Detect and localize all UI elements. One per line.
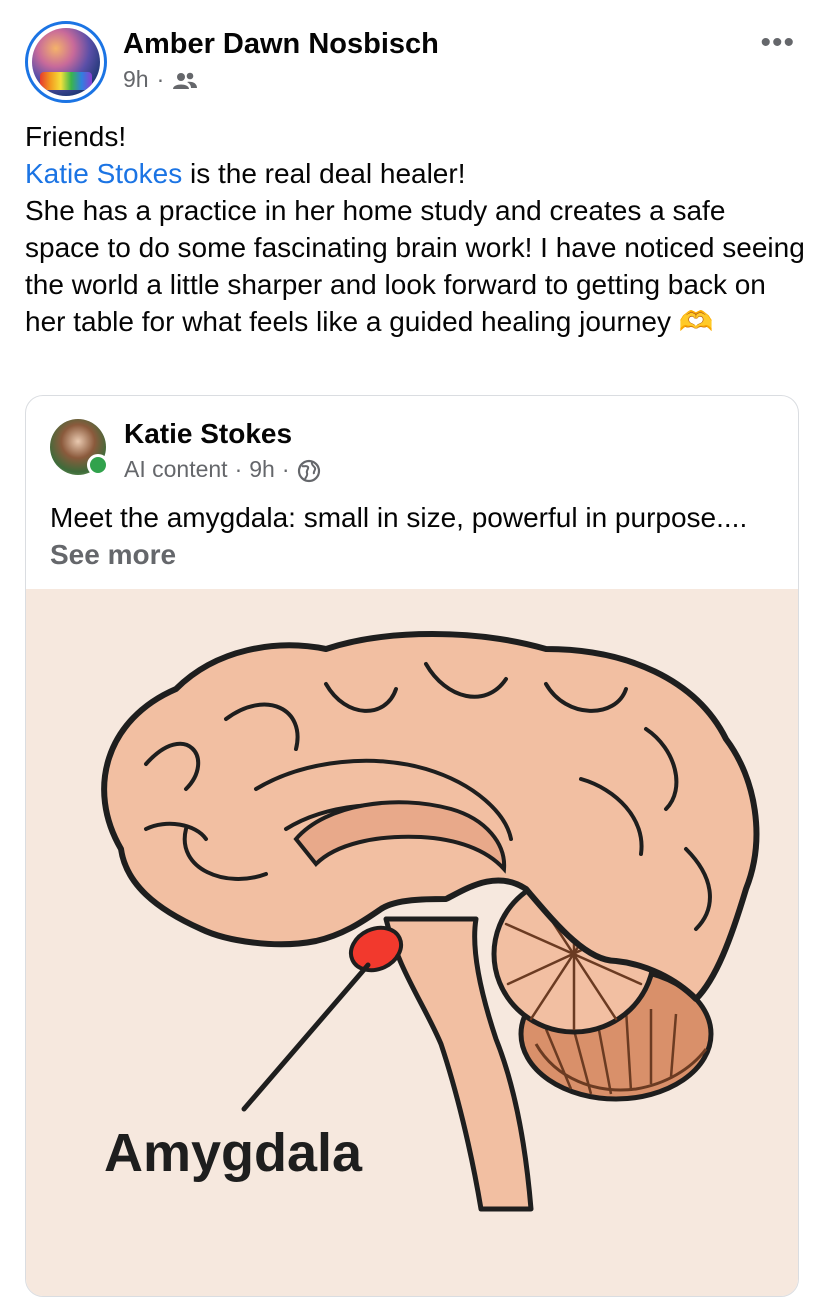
amygdala-pointer <box>241 962 371 1112</box>
brain-illustration[interactable]: Amygdala <box>26 589 798 1296</box>
friends-icon[interactable] <box>172 66 198 93</box>
meta-separator: · <box>234 456 243 482</box>
shared-post-meta: AI content · 9h · <box>124 456 321 483</box>
post-greeting: Friends! <box>25 121 127 152</box>
post-line-1: Katie Stokes is the real deal healer! <box>25 155 805 192</box>
amygdala-label: Amygdala <box>104 1123 363 1183</box>
shared-post-text-body: Meet the amygdala: small in size, powerf… <box>50 502 748 533</box>
meta-separator: · <box>156 66 165 92</box>
post-meta: 9h · <box>123 66 198 93</box>
author-avatar[interactable] <box>25 21 107 103</box>
shared-author-avatar[interactable] <box>50 419 109 476</box>
online-status-dot <box>87 454 109 476</box>
ai-content-label[interactable]: AI content <box>124 456 228 483</box>
post-time[interactable]: 9h <box>123 66 149 93</box>
see-more-link[interactable]: See more <box>50 539 176 570</box>
post-line-1-rest: is the real deal healer! <box>182 158 466 189</box>
post-text: Friends! Katie Stokes is the real deal h… <box>25 118 805 340</box>
more-options-icon[interactable]: ••• <box>760 26 795 60</box>
heart-hands-emoji: 🫶 <box>678 306 714 337</box>
post-body: She has a practice in her home study and… <box>25 192 805 340</box>
meta-separator: · <box>281 456 290 482</box>
shared-post-text: Meet the amygdala: small in size, powerf… <box>50 499 780 573</box>
shared-post-time[interactable]: 9h <box>249 456 275 483</box>
author-name[interactable]: Amber Dawn Nosbisch <box>123 28 439 61</box>
mention-link[interactable]: Katie Stokes <box>25 158 182 189</box>
globe-icon[interactable] <box>297 456 321 483</box>
brain-diagram: Amygdala <box>101 631 760 1212</box>
shared-post-card[interactable]: Katie Stokes AI content · 9h · Meet the … <box>25 395 799 1297</box>
shared-author-name[interactable]: Katie Stokes <box>124 418 292 450</box>
